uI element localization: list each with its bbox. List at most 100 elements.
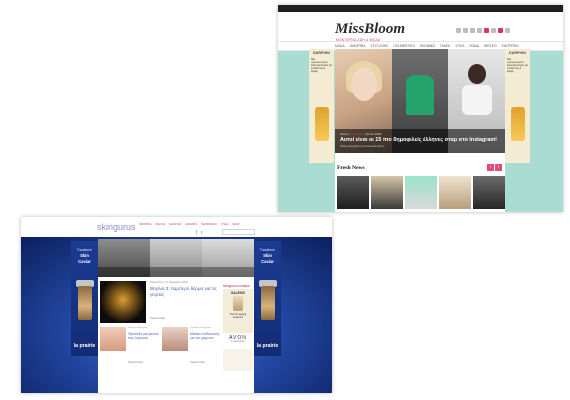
ad-product-image [315, 107, 329, 141]
hero-category[interactable]: Celebrities [350, 132, 364, 136]
topnav-item[interactable]: ΜΑΛΛΙΑ [155, 223, 165, 226]
skingurus-main-content: Περιποίηση | 17 Νοεμβρίου 2016 Βιτρίνα 3… [98, 277, 254, 393]
hero-subtitle: Ποιοι κυριαρχούν στο κοινωνικό δίκτυο [340, 145, 385, 148]
missbloom-window: MissBloom ΜΟΝΤΕΡΝΑ ΖΩΗ & ΜΟΔΑ ΜΟΔΑ ΟΜΟΡΦ… [278, 5, 563, 212]
skingurus-logo[interactable]: skingurus [97, 222, 136, 232]
darphin-ad-left[interactable]: DARPHIN Νέα συμπυκνωμένα έλαια θεραπείας… [309, 49, 334, 163]
ad-text: Νέα συμπυκνωμένα έλαια θεραπείας για ενυ… [507, 58, 528, 73]
ad-line2: Skin [263, 253, 272, 258]
next-arrow-icon[interactable]: › [495, 164, 502, 171]
hero-caption-bar [98, 267, 254, 277]
ad-brand: GALENIC [230, 291, 246, 295]
prev-arrow-icon[interactable]: ‹ [487, 164, 494, 171]
topnav-item[interactable]: ΜΑΚΙΓΙΑΖ [169, 223, 181, 226]
skingurus-hero-strip [98, 239, 254, 277]
featured-image[interactable] [100, 281, 146, 323]
darphin-ad-right[interactable]: DARPHIN Νέα συμπυκνωμένα έλαια θεραπείας… [505, 49, 530, 163]
nav-item[interactable]: ΒΙΝΤΕΟ [484, 44, 496, 48]
article-more-link[interactable]: Περισσότερα [128, 361, 143, 364]
nav-item[interactable]: SHOPPING [502, 44, 519, 48]
ad-brand: la prairie [73, 343, 96, 349]
nav-item[interactable]: ΣΤΥΛ ΖΩΗΣ [370, 44, 388, 48]
topnav-item[interactable]: ΑΡΩΜΑΤΑ [185, 223, 197, 226]
facebook-icon[interactable] [456, 28, 461, 33]
hero-author: Team [340, 132, 348, 136]
head-shape [468, 64, 486, 84]
twitter-icon[interactable] [463, 28, 468, 33]
avon-subtitle: ΣΥΝΕΡΓΑΤΗΣ [231, 341, 245, 343]
skingurus-header: skingurus ΟΜΟΡΦΙΑ ΜΑΛΛΙΑ ΜΑΚΙΓΙΑΖ ΑΡΩΜΑΤ… [21, 217, 332, 237]
topnav-item[interactable]: ΟΜΟΡΦΙΑ [139, 223, 151, 226]
nav-item[interactable]: CELEBRITIES [393, 44, 414, 48]
ad-line3: Caviar [261, 259, 274, 264]
nav-item[interactable]: ΟΜΟΡΦΙΑ [350, 44, 366, 48]
nav-item[interactable]: ΜΟΔΑ [335, 44, 345, 48]
ad-line1: Transform [76, 248, 93, 252]
face-shape [351, 67, 377, 101]
thumbnail[interactable] [371, 176, 403, 209]
facebook-icon[interactable]: f [196, 230, 197, 235]
ad-line3: Caviar [78, 259, 91, 264]
article-card[interactable]: Μαλλιά | Νοεμβρίου Φροντίδα για μαλλιά π… [100, 327, 160, 367]
article-row: Μαλλιά | Νοεμβρίου Φροντίδα για μαλλιά π… [100, 327, 222, 367]
google-plus-icon[interactable] [498, 28, 503, 33]
missbloom-header: MissBloom ΜΟΝΤΕΡΝΑ ΖΩΗ & ΜΟΔΑ [278, 12, 563, 42]
missbloom-content: Team | Celebrities | 24.11.2016 Αυτοί εί… [335, 49, 505, 212]
article-image[interactable] [162, 327, 188, 351]
search-icon[interactable] [505, 28, 510, 33]
featured-more-link[interactable]: Περισσότερα [150, 317, 165, 320]
ad-brand: DARPHIN [313, 51, 330, 55]
article-more-link[interactable]: Περισσότερα [190, 361, 205, 364]
article-meta: Ομορφιά | Νοεμβρίου [190, 327, 211, 329]
hero-date: 24.11.2016 [366, 132, 382, 136]
article-card[interactable]: Ομορφιά | Νοεμβρίου Μάσκα ενυδάτωσης για… [162, 327, 222, 367]
nav-item[interactable]: ΖΩΔΙΑ [469, 44, 479, 48]
ad-product-image [233, 296, 243, 311]
topnav-item[interactable]: SHOP [232, 223, 239, 226]
thumbnail[interactable] [473, 176, 505, 209]
hero-caption[interactable]: Team | Celebrities | 24.11.2016 Αυτοί εί… [335, 129, 505, 153]
nav-item[interactable]: ΓΑΜΟΙ [440, 44, 450, 48]
hero-headline[interactable]: Αυτοί είναι οι 15 πιο δημοφιλείς έλληνες… [340, 137, 497, 143]
missbloom-logo[interactable]: MissBloom [335, 21, 405, 38]
featured-title[interactable]: Βιτρίνα 3: Λαμπερό δέρμα για τις γιορτές [150, 286, 220, 297]
ad-product-image [511, 107, 525, 141]
nav-item[interactable]: SHOWBIZ [420, 44, 435, 48]
fresh-news-heading: Fresh News [337, 165, 365, 171]
youtube-icon[interactable] [484, 28, 489, 33]
missbloom-top-bar [278, 5, 563, 12]
article-title[interactable]: Μάσκα ενυδάτωσης για τον χειμώνα [190, 332, 222, 340]
skingurus-social: f t [196, 230, 203, 235]
sidebar-product-ad[interactable] [223, 349, 253, 371]
article-meta: Μαλλιά | Νοεμβρίου [128, 327, 148, 329]
skingurus-window: skingurus ΟΜΟΡΦΙΑ ΜΑΛΛΙΑ ΜΑΚΙΓΙΑΖ ΑΡΩΜΑΤ… [21, 217, 332, 393]
ad-line1: Transform [259, 248, 276, 252]
rss-icon[interactable] [491, 28, 496, 33]
nav-item[interactable]: ΥΓΕΙΑ [455, 44, 464, 48]
ad-brand: DARPHIN [509, 51, 526, 55]
article-image[interactable] [100, 327, 126, 351]
hero-meta: Team | Celebrities | 24.11.2016 [340, 132, 382, 136]
featured-meta: Περιποίηση | 17 Νοεμβρίου 2016 [150, 281, 188, 284]
search-input[interactable] [222, 229, 255, 235]
thumbnail[interactable] [405, 176, 437, 209]
ad-tagline: Transform Skin Caviar [254, 248, 281, 265]
instagram-icon[interactable] [470, 28, 475, 33]
galenic-ad[interactable]: GALENIC The first ageing treatment [223, 289, 253, 333]
ad-text: The first ageing treatment [229, 313, 247, 319]
la-prairie-ad-right[interactable]: Transform Skin Caviar la prairie [254, 241, 281, 356]
la-prairie-ad-left[interactable]: Transform Skin Caviar la prairie [71, 241, 98, 356]
missbloom-social-icons [456, 28, 510, 33]
shirt-shape [462, 85, 492, 115]
topnav-item[interactable]: ΦΑΡΜΑΚΕΙΟ [201, 223, 217, 226]
ad-product-image [261, 286, 275, 320]
topnav-item[interactable]: ΥΓΕΙΑ [221, 223, 228, 226]
twitter-icon[interactable]: t [201, 230, 202, 235]
article-title[interactable]: Φροντίδα για μαλλιά που λάμπουν [128, 332, 160, 340]
sidebar-heading: skingurus boutique [223, 284, 250, 288]
ad-line2: Skin [80, 253, 89, 258]
thumbnail[interactable] [337, 176, 369, 209]
thumbnail[interactable] [439, 176, 471, 209]
pinterest-icon[interactable] [477, 28, 482, 33]
skingurus-sidebar: skingurus boutique GALENIC The first age… [223, 279, 254, 393]
